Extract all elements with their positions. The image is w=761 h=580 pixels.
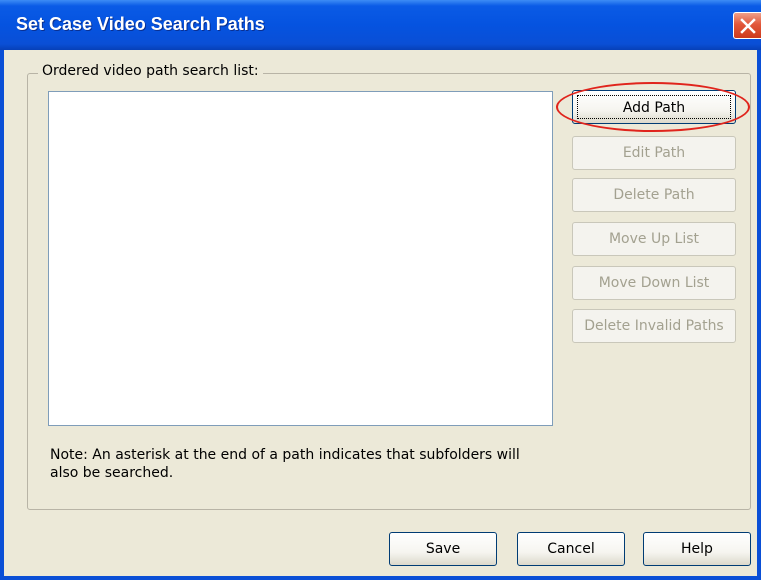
close-button[interactable] [733,12,761,39]
close-icon [740,18,756,34]
path-listbox[interactable] [48,91,553,426]
save-button[interactable]: Save [389,532,497,566]
groupbox-label: Ordered video path search list: [38,63,263,79]
delete-path-button[interactable]: Delete Path [572,178,736,212]
edit-path-button[interactable]: Edit Path [572,136,736,170]
cancel-button[interactable]: Cancel [517,532,625,566]
delete-invalid-paths-button[interactable]: Delete Invalid Paths [572,309,736,343]
subfolder-note: Note: An asterisk at the end of a path i… [50,447,520,481]
title-bar[interactable]: Set Case Video Search Paths [0,0,761,50]
move-up-list-button[interactable]: Move Up List [572,222,736,256]
add-path-button[interactable]: Add Path [572,90,736,124]
help-button[interactable]: Help [643,532,751,566]
dialog-title: Set Case Video Search Paths [16,14,265,34]
add-path-label: Add Path [577,95,731,119]
move-down-list-button[interactable]: Move Down List [572,266,736,300]
